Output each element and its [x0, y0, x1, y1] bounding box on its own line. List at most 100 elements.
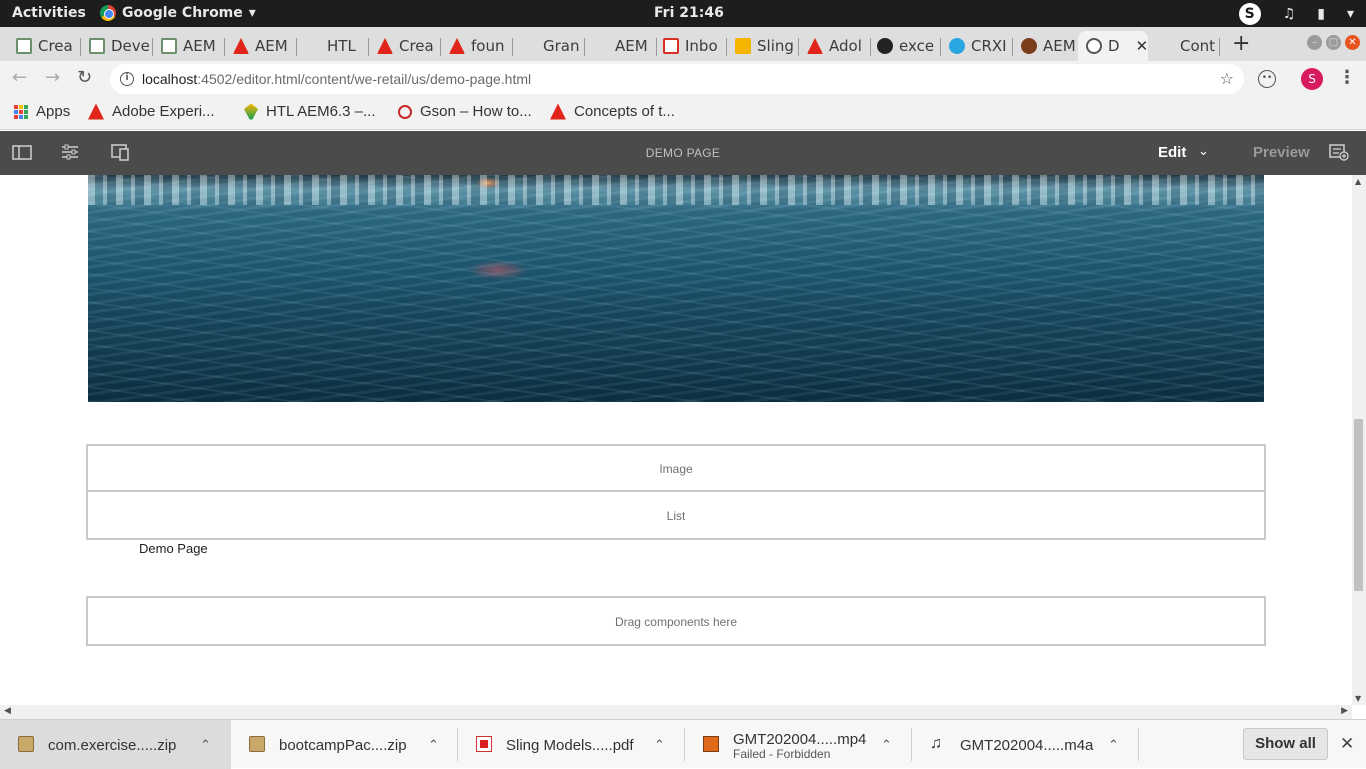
- browser-tab[interactable]: HTL: [297, 31, 369, 61]
- download-filename: GMT202004.....mp4: [733, 731, 867, 748]
- scroll-left-icon[interactable]: ◀: [4, 706, 11, 716]
- adobe-favicon-icon: [233, 38, 249, 54]
- browser-tab[interactable]: Adol: [799, 31, 871, 61]
- browser-tab[interactable]: Inbo: [655, 31, 727, 61]
- tab-label: AEM: [183, 37, 216, 55]
- browser-tab[interactable]: Crea: [369, 31, 441, 61]
- scroll-up-icon[interactable]: ▲: [1355, 177, 1361, 186]
- drag-components-dropzone[interactable]: Drag components here: [86, 596, 1266, 646]
- scroll-down-icon[interactable]: ▼: [1355, 694, 1361, 703]
- demo-page-text[interactable]: Demo Page: [139, 541, 208, 556]
- aem-editor-toolbar: DEMO PAGE Edit ⌄ Preview: [0, 131, 1366, 175]
- chevron-up-icon[interactable]: ⌃: [200, 737, 211, 753]
- download-item[interactable]: ♫ GMT202004.....m4a ⌃: [912, 720, 1139, 769]
- navigation-bar: ← → ↻ i localhost:4502/editor.html/conte…: [0, 61, 1366, 97]
- browser-tab-active[interactable]: D ✕: [1078, 31, 1148, 61]
- browser-tab[interactable]: Sling: [727, 31, 799, 61]
- close-tab-icon[interactable]: ✕: [1136, 37, 1148, 55]
- adobe-favicon-icon: [550, 103, 566, 120]
- browser-tab[interactable]: Cont: [1150, 31, 1220, 61]
- chevron-up-icon[interactable]: ⌃: [1108, 737, 1119, 753]
- tab-favicon-icon: [16, 38, 32, 54]
- download-filename: Sling Models.....pdf: [506, 737, 634, 754]
- url-text[interactable]: localhost:4502/editor.html/content/we-re…: [142, 71, 531, 87]
- back-arrow-icon[interactable]: ←: [12, 67, 27, 88]
- system-tray[interactable]: S ♫ ▮ ▾: [1238, 3, 1354, 25]
- hero-image[interactable]: [88, 175, 1264, 402]
- activities-button[interactable]: Activities: [12, 5, 86, 21]
- download-filename: com.exercise.....zip: [48, 737, 177, 754]
- skype-icon[interactable]: S: [1238, 3, 1261, 25]
- browser-tab[interactable]: Gran: [513, 31, 585, 61]
- download-item[interactable]: com.exercise.....zip ⌃: [0, 720, 231, 769]
- annotate-icon[interactable]: [1329, 143, 1349, 161]
- chevron-down-icon[interactable]: ⌄: [1198, 143, 1209, 159]
- page-canvas[interactable]: Image List Demo Page Drag components her…: [0, 175, 1352, 705]
- forward-arrow-icon[interactable]: →: [45, 67, 60, 88]
- chevron-up-icon[interactable]: ⌃: [654, 737, 665, 753]
- show-all-downloads-button[interactable]: Show all: [1243, 728, 1328, 760]
- tab-label: D: [1108, 37, 1120, 55]
- scroll-right-icon[interactable]: ▶: [1341, 706, 1348, 716]
- bookmark-item[interactable]: Adobe Experi...: [88, 103, 215, 120]
- address-bar[interactable]: i localhost:4502/editor.html/content/we-…: [110, 64, 1244, 94]
- browser-tab[interactable]: Deve: [81, 31, 153, 61]
- app-menu-caret-icon: ▾: [248, 5, 256, 21]
- clock[interactable]: Fri 21:46: [654, 5, 724, 21]
- browser-tab[interactable]: AEM: [1013, 31, 1079, 61]
- download-item-failed[interactable]: GMT202004.....mp4 Failed - Forbidden ⌃: [685, 720, 912, 769]
- zip-file-icon: [249, 736, 265, 752]
- vertical-scrollbar[interactable]: ▲ ▼: [1352, 175, 1366, 705]
- bookmark-apps[interactable]: Apps: [14, 103, 70, 120]
- gson-favicon-icon: [398, 104, 412, 119]
- scrollbar-thumb[interactable]: [1354, 419, 1363, 591]
- browser-tab[interactable]: Crea: [8, 31, 81, 61]
- tab-label: Cont: [1180, 37, 1216, 55]
- bookmark-item[interactable]: Gson – How to...: [398, 103, 532, 120]
- hero-image-surf: [88, 175, 1264, 205]
- preview-button[interactable]: Preview: [1253, 144, 1310, 161]
- download-item[interactable]: Sling Models.....pdf ⌃: [458, 720, 685, 769]
- site-info-icon[interactable]: i: [120, 72, 134, 86]
- battery-icon[interactable]: ▮: [1317, 6, 1325, 22]
- download-item[interactable]: bootcampPac....zip ⌃: [231, 720, 458, 769]
- bookmark-item[interactable]: HTL AEM6.3 –...: [244, 103, 376, 120]
- edit-mode-button[interactable]: Edit: [1158, 144, 1186, 161]
- url-host: localhost: [142, 71, 198, 87]
- list-component-placeholder[interactable]: List: [86, 490, 1266, 540]
- tab-label: foun: [471, 37, 505, 55]
- new-tab-button[interactable]: +: [1232, 31, 1250, 56]
- zip-file-icon: [18, 736, 34, 752]
- tab-label: Crea: [399, 37, 434, 55]
- app-menu[interactable]: Google Chrome ▾: [100, 5, 256, 21]
- download-shelf: com.exercise.....zip ⌃ bootcampPac....zi…: [0, 719, 1366, 769]
- browser-tab[interactable]: AEM: [153, 31, 225, 61]
- browser-tab[interactable]: exce: [869, 31, 941, 61]
- bookmark-item[interactable]: Concepts of t...: [550, 103, 675, 120]
- minimize-icon[interactable]: –: [1307, 35, 1322, 50]
- reload-icon[interactable]: ↻: [77, 67, 92, 88]
- browser-tab[interactable]: AEM: [585, 31, 657, 61]
- image-component-placeholder[interactable]: Image: [86, 444, 1266, 492]
- extension-icon[interactable]: ••: [1258, 70, 1276, 88]
- bookmark-star-icon[interactable]: ☆: [1220, 69, 1234, 88]
- audio-file-icon: ♫: [930, 735, 942, 752]
- aem-favicon-icon: [1021, 38, 1037, 54]
- chrome-logo-icon: [100, 5, 116, 21]
- bookmark-label: Apps: [36, 103, 71, 120]
- power-caret-icon[interactable]: ▾: [1347, 6, 1354, 22]
- chrome-menu-icon[interactable]: ⋮: [1338, 67, 1356, 88]
- close-shelf-icon[interactable]: ✕: [1340, 734, 1354, 754]
- volume-icon[interactable]: ♫: [1283, 6, 1296, 22]
- chevron-up-icon[interactable]: ⌃: [428, 737, 439, 753]
- chevron-up-icon[interactable]: ⌃: [881, 737, 892, 753]
- horizontal-scrollbar[interactable]: ◀ ▶: [0, 705, 1352, 719]
- window-controls: – □ ✕: [1307, 35, 1360, 50]
- browser-tab[interactable]: CRXI: [941, 31, 1013, 61]
- tab-label: Gran: [543, 37, 580, 55]
- browser-tab[interactable]: foun: [441, 31, 513, 61]
- maximize-icon[interactable]: □: [1326, 35, 1341, 50]
- profile-avatar[interactable]: S: [1301, 68, 1323, 90]
- close-window-icon[interactable]: ✕: [1345, 35, 1360, 50]
- browser-tab[interactable]: AEM: [225, 31, 297, 61]
